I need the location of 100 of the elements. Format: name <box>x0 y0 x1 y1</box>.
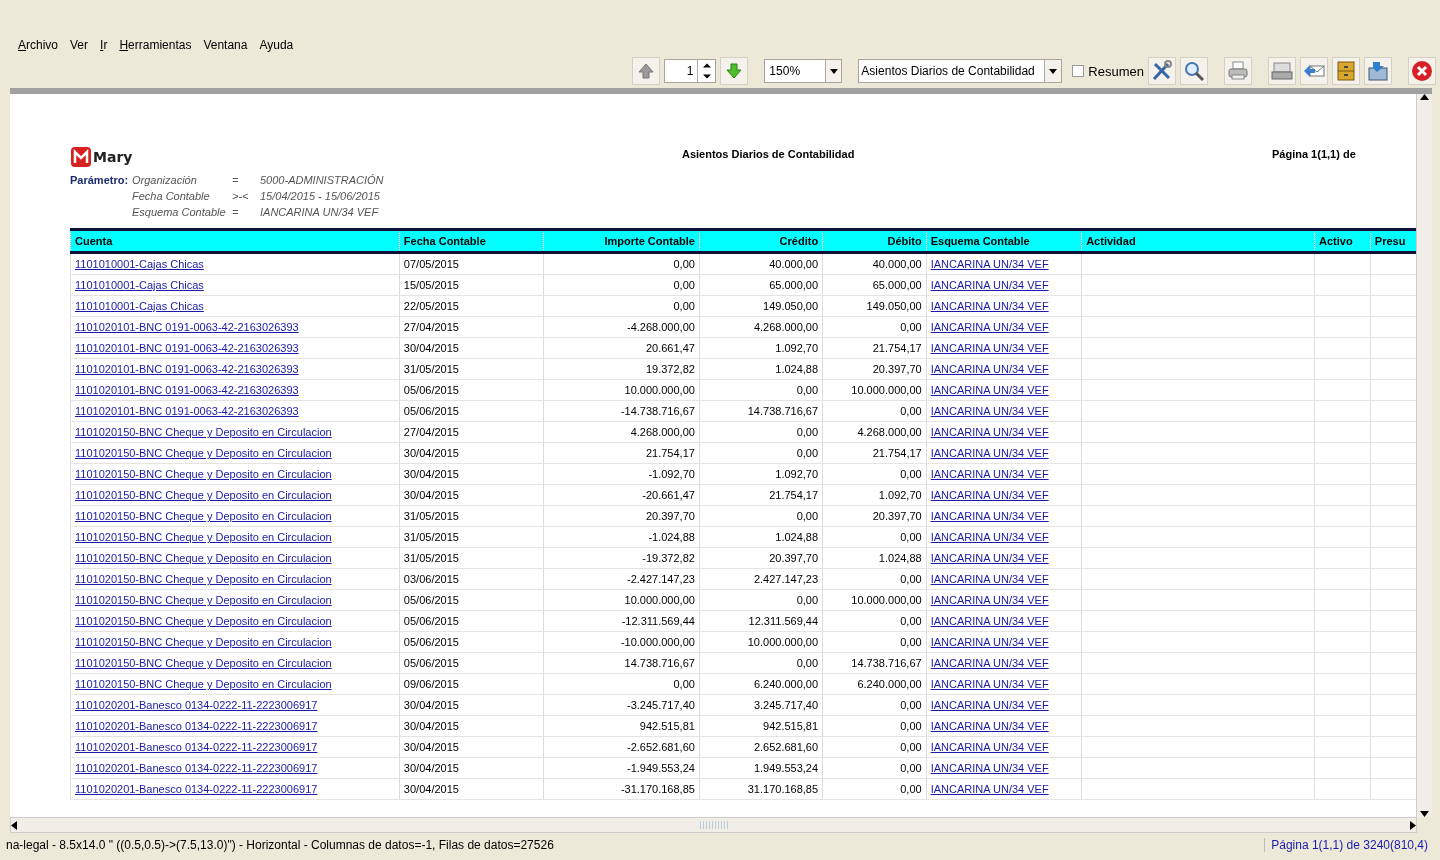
schema-link[interactable]: IANCARINA UN/34 VEF <box>930 657 1049 669</box>
horizontal-scrollbar[interactable] <box>10 817 1417 833</box>
search-button[interactable] <box>1180 57 1208 85</box>
schema-link[interactable]: IANCARINA UN/34 VEF <box>930 552 1049 564</box>
parameter-value: 5000-ADMINISTRACIÓN <box>260 174 385 186</box>
schema-link[interactable]: IANCARINA UN/34 VEF <box>930 300 1049 312</box>
table-cell: 31/05/2015 <box>399 505 544 527</box>
schema-link[interactable]: IANCARINA UN/34 VEF <box>930 615 1049 627</box>
table-cell: 22/05/2015 <box>399 295 544 317</box>
table-cell: 30/04/2015 <box>399 736 544 758</box>
schema-link[interactable]: IANCARINA UN/34 VEF <box>930 426 1049 438</box>
account-link[interactable]: 1101020201-Banesco 0134-0222-11-2223006917 <box>75 699 318 711</box>
table-cell: 31.170.168,85 <box>699 778 823 800</box>
table-cell: 0,00 <box>543 673 700 695</box>
schema-link[interactable]: IANCARINA UN/34 VEF <box>930 405 1049 417</box>
account-link[interactable]: 1101020101-BNC 0191-0063-42-2163026393 <box>75 363 299 375</box>
vertical-scrollbar[interactable] <box>1416 94 1432 817</box>
account-link[interactable]: 1101020150-BNC Cheque y Deposito en Circulacion <box>75 678 332 690</box>
account-link[interactable]: 1101020150-BNC Cheque y Deposito en Circulacion <box>75 426 332 438</box>
menu-item[interactable]: Archivo <box>12 38 65 52</box>
send-button[interactable] <box>1300 57 1328 85</box>
column-header: Fecha Contable <box>399 229 544 253</box>
menu-item[interactable]: Ventana <box>197 38 254 52</box>
page-spinner[interactable]: 1 <box>664 59 717 83</box>
scanner-icon <box>1271 60 1293 82</box>
close-button[interactable] <box>1408 57 1436 85</box>
export-button[interactable] <box>1364 57 1392 85</box>
account-link[interactable]: 1101010001-Cajas Chicas <box>75 258 204 270</box>
account-link[interactable]: 1101010001-Cajas Chicas <box>75 300 204 312</box>
schema-link[interactable]: IANCARINA UN/34 VEF <box>930 594 1049 606</box>
schema-link[interactable]: IANCARINA UN/34 VEF <box>930 468 1049 480</box>
schema-link[interactable]: IANCARINA UN/34 VEF <box>930 762 1049 774</box>
account-link[interactable]: 1101020150-BNC Cheque y Deposito en Circulacion <box>75 552 332 564</box>
previous-page-button[interactable] <box>632 57 661 85</box>
up-arrow-icon <box>637 62 656 80</box>
account-link[interactable]: 1101020150-BNC Cheque y Deposito en Circulacion <box>75 615 332 627</box>
zoom-dropdown[interactable]: 150% <box>764 59 843 83</box>
table-cell: -3.245.717,40 <box>543 694 700 716</box>
menu-item[interactable]: Ir <box>94 38 114 52</box>
schema-link[interactable]: IANCARINA UN/34 VEF <box>930 447 1049 459</box>
table-cell: 31/05/2015 <box>399 358 544 380</box>
table-cell: 19.372,82 <box>543 358 700 380</box>
account-link[interactable]: 1101020201-Banesco 0134-0222-11-2223006917 <box>75 741 318 753</box>
column-header: Esquema Contable <box>926 229 1082 253</box>
summary-checkbox[interactable] <box>1072 65 1085 77</box>
table-cell: 2.652.681,60 <box>699 736 823 758</box>
account-link[interactable]: 1101020101-BNC 0191-0063-42-2163026393 <box>75 405 299 417</box>
account-link[interactable]: 1101020201-Banesco 0134-0222-11-2223006917 <box>75 720 318 732</box>
schema-link[interactable]: IANCARINA UN/34 VEF <box>930 531 1049 543</box>
schema-link[interactable]: IANCARINA UN/34 VEF <box>930 741 1049 753</box>
table-cell: 03/06/2015 <box>399 568 544 590</box>
table-cell: 15/05/2015 <box>399 274 544 296</box>
account-link[interactable]: 1101020150-BNC Cheque y Deposito en Circulacion <box>75 489 332 501</box>
schema-link[interactable]: IANCARINA UN/34 VEF <box>930 783 1049 795</box>
schema-link[interactable]: IANCARINA UN/34 VEF <box>930 279 1049 291</box>
report-dropdown[interactable]: Asientos Diarios de Contabilidad <box>858 59 1063 83</box>
account-link[interactable]: 1101020150-BNC Cheque y Deposito en Circulacion <box>75 447 332 459</box>
account-link[interactable]: 1101020150-BNC Cheque y Deposito en Circulacion <box>75 636 332 648</box>
account-link[interactable]: 1101020101-BNC 0191-0063-42-2163026393 <box>75 321 299 333</box>
account-link[interactable]: 1101020101-BNC 0191-0063-42-2163026393 <box>75 342 299 354</box>
schema-link[interactable]: IANCARINA UN/34 VEF <box>930 384 1049 396</box>
table-cell: 0,00 <box>699 505 823 527</box>
column-header: Crédito <box>699 229 823 253</box>
scan-button[interactable] <box>1268 57 1296 85</box>
schema-link[interactable]: IANCARINA UN/34 VEF <box>930 699 1049 711</box>
account-link[interactable]: 1101020150-BNC Cheque y Deposito en Circulacion <box>75 573 332 585</box>
account-link[interactable]: 1101020201-Banesco 0134-0222-11-2223006917 <box>75 762 318 774</box>
print-button[interactable] <box>1224 57 1252 85</box>
schema-link[interactable]: IANCARINA UN/34 VEF <box>930 321 1049 333</box>
schema-link[interactable]: IANCARINA UN/34 VEF <box>930 510 1049 522</box>
account-link[interactable]: 1101020150-BNC Cheque y Deposito en Circulacion <box>75 657 332 669</box>
archive-button[interactable] <box>1332 57 1360 85</box>
schema-link[interactable]: IANCARINA UN/34 VEF <box>930 636 1049 648</box>
table-cell: 942.515,81 <box>543 715 700 737</box>
schema-link[interactable]: IANCARINA UN/34 VEF <box>930 363 1049 375</box>
table-cell: 30/04/2015 <box>399 442 544 464</box>
account-link[interactable]: 1101020150-BNC Cheque y Deposito en Circulacion <box>75 510 332 522</box>
next-page-button[interactable] <box>720 57 749 85</box>
table-cell: 0,00 <box>822 631 927 653</box>
account-link[interactable]: 1101010001-Cajas Chicas <box>75 279 204 291</box>
table-cell: 30/04/2015 <box>399 757 544 779</box>
customize-button[interactable] <box>1148 57 1176 85</box>
account-link[interactable]: 1101020150-BNC Cheque y Deposito en Circulacion <box>75 531 332 543</box>
schema-link[interactable]: IANCARINA UN/34 VEF <box>930 258 1049 270</box>
menu-item[interactable]: Herramientas <box>113 38 198 52</box>
account-link[interactable]: 1101020150-BNC Cheque y Deposito en Circulacion <box>75 594 332 606</box>
table-cell: 0,00 <box>543 252 700 275</box>
table-cell: 942.515,81 <box>699 715 823 737</box>
scroll-down-icon <box>1420 811 1429 817</box>
schema-link[interactable]: IANCARINA UN/34 VEF <box>930 678 1049 690</box>
schema-link[interactable]: IANCARINA UN/34 VEF <box>930 573 1049 585</box>
account-link[interactable]: 1101020101-BNC 0191-0063-42-2163026393 <box>75 384 299 396</box>
menu-item[interactable]: Ayuda <box>253 38 300 52</box>
menu-item[interactable]: Ver <box>64 38 95 52</box>
account-link[interactable]: 1101020150-BNC Cheque y Deposito en Circulacion <box>75 468 332 480</box>
table-cell: -19.372,82 <box>543 547 700 569</box>
schema-link[interactable]: IANCARINA UN/34 VEF <box>930 489 1049 501</box>
account-link[interactable]: 1101020201-Banesco 0134-0222-11-2223006917 <box>75 783 318 795</box>
schema-link[interactable]: IANCARINA UN/34 VEF <box>930 720 1049 732</box>
schema-link[interactable]: IANCARINA UN/34 VEF <box>930 342 1049 354</box>
